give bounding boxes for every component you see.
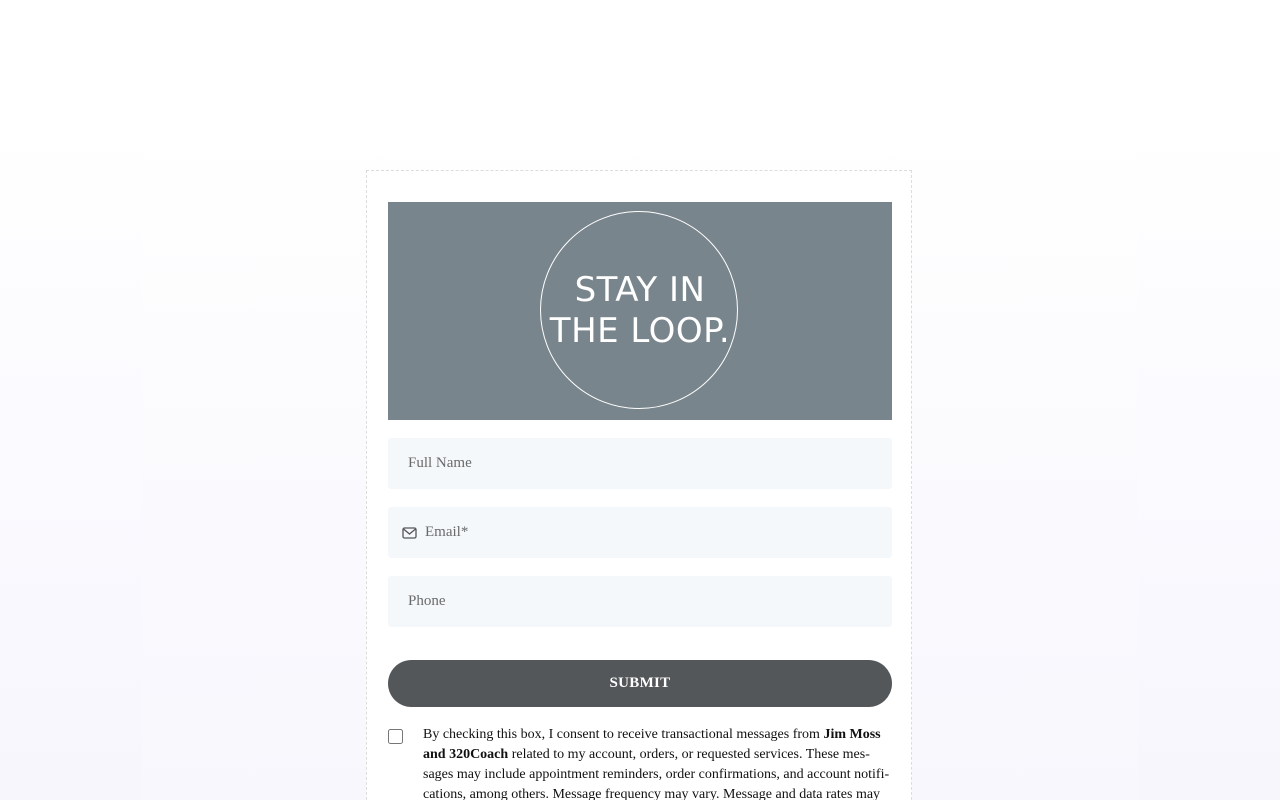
banner-heading: STAY IN THE LOOP.: [388, 270, 892, 352]
stay-in-the-loop-banner: STAY IN THE LOOP.: [388, 202, 892, 420]
envelope-icon: [402, 526, 417, 540]
background-right: [1138, 125, 1280, 800]
phone-input[interactable]: [408, 593, 868, 610]
consent-text-before: By checking this box, I consent to recei…: [423, 727, 824, 742]
banner-line-1: STAY IN: [574, 270, 706, 310]
banner-line-2: THE LOOP.: [549, 311, 731, 351]
phone-field[interactable]: [388, 576, 892, 627]
consent-text: By checking this box, I consent to recei…: [423, 725, 891, 800]
background-left: [0, 125, 142, 800]
email-field[interactable]: [388, 507, 892, 558]
submit-button[interactable]: SUBMIT: [388, 660, 892, 707]
consent-checkbox[interactable]: [388, 729, 403, 744]
full-name-field[interactable]: [388, 438, 892, 489]
signup-form-card: STAY IN THE LOOP. SUBMIT By checking thi…: [366, 170, 912, 800]
email-input[interactable]: [425, 524, 885, 541]
full-name-input[interactable]: [408, 455, 868, 472]
